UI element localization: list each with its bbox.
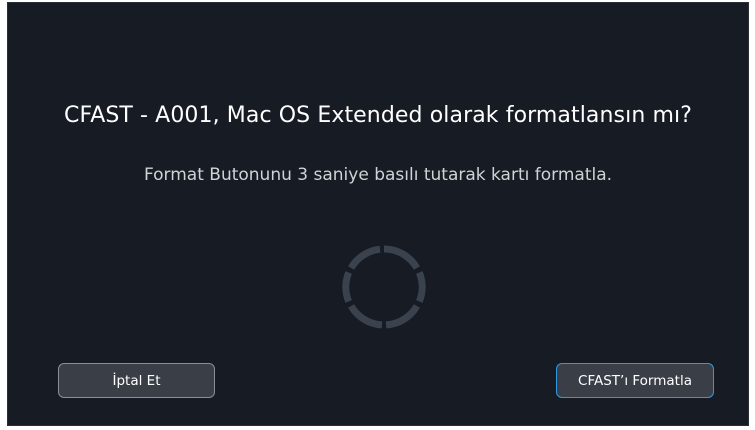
spinner-segment (342, 271, 353, 303)
spinner-segment (383, 245, 420, 270)
spinner-segment (415, 271, 426, 303)
loading-ring-icon (342, 245, 426, 329)
spinner-segment (348, 304, 383, 329)
format-dialog-screen: CFAST - A001, Mac OS Extended olarak for… (8, 3, 748, 425)
spinner-segment (348, 245, 381, 270)
format-button-label: CFAST’ı Formatla (578, 372, 692, 389)
spinner-segment (385, 304, 420, 329)
dialog-title: CFAST - A001, Mac OS Extended olarak for… (64, 103, 692, 128)
cancel-button[interactable]: İptal Et (58, 363, 215, 398)
cancel-button-label: İptal Et (112, 372, 161, 389)
dialog-instruction: Format Butonunu 3 saniye basılı tutarak … (143, 165, 613, 185)
format-card-button[interactable]: CFAST’ı Formatla (556, 363, 714, 398)
